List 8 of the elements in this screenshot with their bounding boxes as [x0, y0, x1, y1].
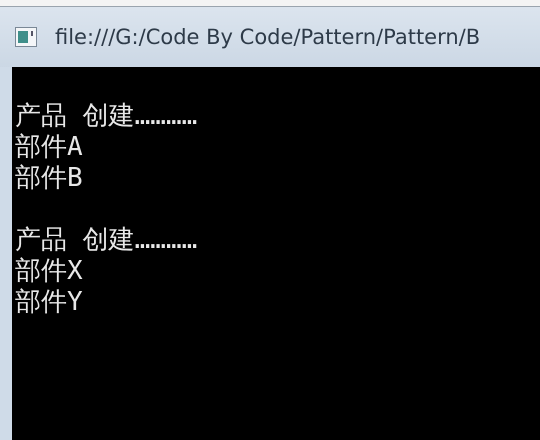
console-line: 部件B [15, 163, 83, 194]
console-window-icon [15, 27, 37, 47]
console-line: 部件X [15, 256, 83, 287]
console-line: 产品 创建………… [15, 225, 198, 256]
console-line: 产品 创建………… [15, 101, 198, 132]
console-line: 部件A [15, 132, 83, 163]
console-line: 部件Y [15, 287, 83, 318]
window-title: file:///G:/Code By Code/Pattern/Pattern/B [55, 25, 480, 49]
